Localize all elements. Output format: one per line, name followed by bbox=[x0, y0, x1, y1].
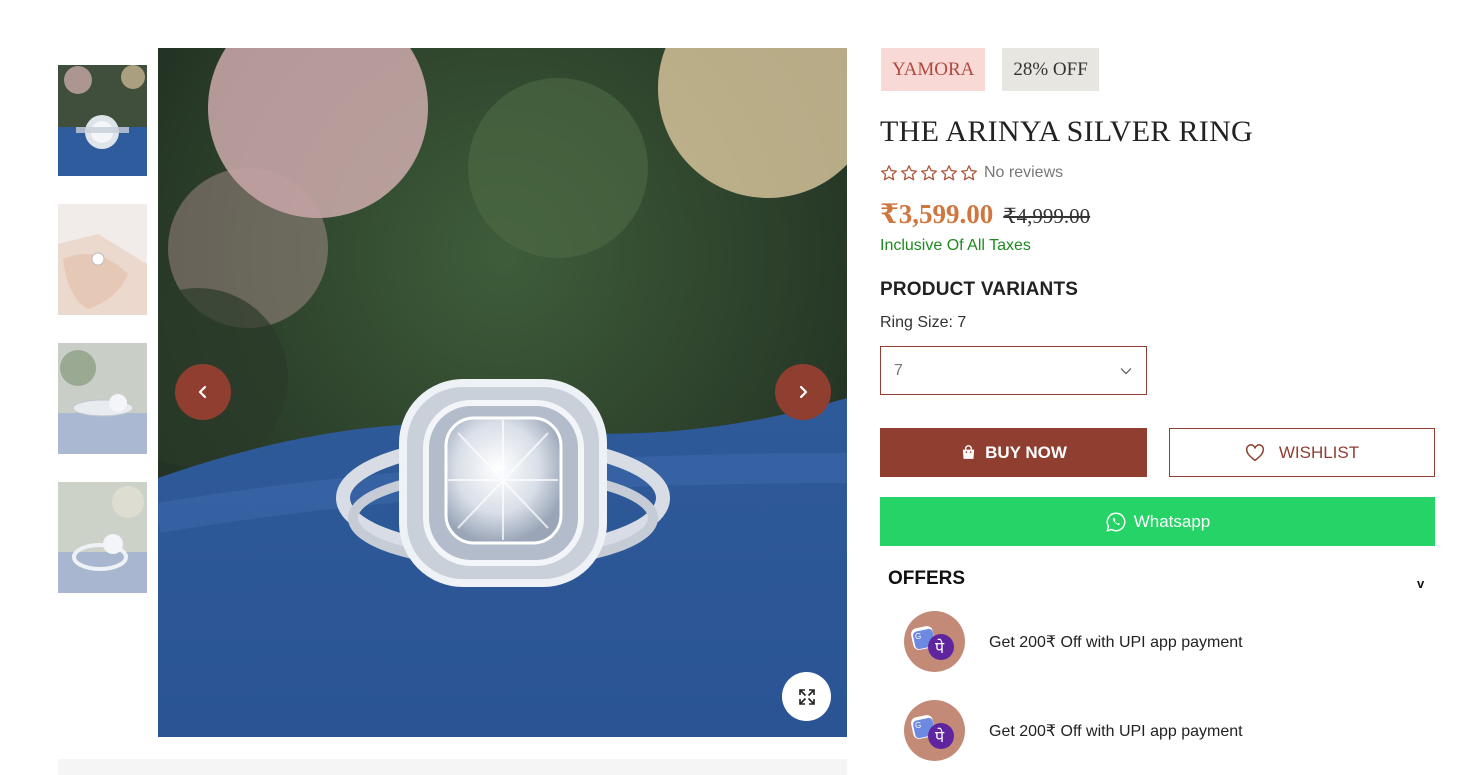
thumbnail-3[interactable] bbox=[58, 343, 147, 454]
compare-price: ₹4,999.00 bbox=[1003, 204, 1091, 228]
chevron-left-icon bbox=[198, 385, 207, 399]
svg-text:पे: पे bbox=[935, 638, 945, 657]
chevron-right-icon bbox=[799, 385, 808, 399]
chevron-down-icon bbox=[1120, 367, 1132, 374]
product-tags: YAMORA 28% OFF bbox=[881, 48, 1099, 91]
thumbnail-list bbox=[58, 65, 147, 621]
star-empty-icon bbox=[940, 165, 958, 181]
prev-image-button[interactable] bbox=[175, 364, 231, 420]
rating-text: No reviews bbox=[984, 164, 1064, 181]
brand-badge[interactable]: YAMORA bbox=[881, 48, 986, 91]
ring-photo bbox=[158, 48, 847, 737]
discount-badge: 28% OFF bbox=[1002, 48, 1099, 91]
buy-now-button[interactable]: BUY NOW bbox=[880, 428, 1147, 477]
whatsapp-label: Whatsapp bbox=[1133, 511, 1211, 531]
whatsapp-button[interactable]: Whatsapp bbox=[880, 497, 1435, 546]
upi-payment-icon: G पे bbox=[904, 611, 965, 672]
rating-stars bbox=[880, 164, 978, 182]
star-empty-icon bbox=[920, 165, 938, 181]
thumbnail-2[interactable] bbox=[58, 204, 147, 315]
wishlist-button[interactable]: WISHLIST bbox=[1169, 428, 1435, 477]
heart-icon bbox=[1245, 443, 1264, 461]
offers-toggle[interactable]: v bbox=[1417, 576, 1424, 591]
variants-heading: PRODUCT VARIANTS bbox=[880, 279, 1079, 300]
svg-text:G: G bbox=[915, 721, 921, 730]
offer-text: Get 200₹ Off with UPI app payment bbox=[989, 722, 1243, 740]
buy-now-label: BUY NOW bbox=[985, 442, 1067, 462]
shopping-bag-icon bbox=[962, 445, 975, 459]
star-empty-icon bbox=[880, 165, 898, 181]
upi-payment-icon: G पे bbox=[904, 700, 965, 761]
expand-icon bbox=[798, 688, 815, 705]
ring-size-value: 7 bbox=[894, 361, 903, 379]
price-block: ₹3,599.00 ₹4,999.00 bbox=[880, 199, 1090, 230]
offer-item: G पे Get 200₹ Off with UPI app payment bbox=[904, 611, 1243, 672]
offers-heading: OFFERS bbox=[888, 568, 966, 589]
whatsapp-icon bbox=[1106, 512, 1126, 532]
star-empty-icon bbox=[960, 165, 978, 181]
sale-price: ₹3,599.00 bbox=[880, 199, 994, 229]
star-empty-icon bbox=[900, 165, 918, 181]
main-product-image bbox=[158, 48, 847, 737]
tax-note: Inclusive Of All Taxes bbox=[880, 237, 1031, 254]
svg-text:पे: पे bbox=[935, 727, 945, 746]
offer-text: Get 200₹ Off with UPI app payment bbox=[989, 633, 1243, 651]
wishlist-label: WISHLIST bbox=[1278, 442, 1360, 462]
gallery-bottom-strip bbox=[58, 759, 847, 775]
ring-size-select[interactable]: 7 bbox=[880, 346, 1147, 395]
svg-text:G: G bbox=[915, 632, 921, 641]
thumbnail-1[interactable] bbox=[58, 65, 147, 176]
rating[interactable]: No reviews bbox=[880, 164, 1063, 182]
zoom-button[interactable] bbox=[782, 672, 831, 721]
ring-size-label: Ring Size: 7 bbox=[880, 314, 967, 331]
offer-item: G पे Get 200₹ Off with UPI app payment bbox=[904, 700, 1243, 761]
next-image-button[interactable] bbox=[775, 364, 831, 420]
product-title: THE ARINYA SILVER RING bbox=[880, 115, 1254, 148]
thumbnail-4[interactable] bbox=[58, 482, 147, 593]
